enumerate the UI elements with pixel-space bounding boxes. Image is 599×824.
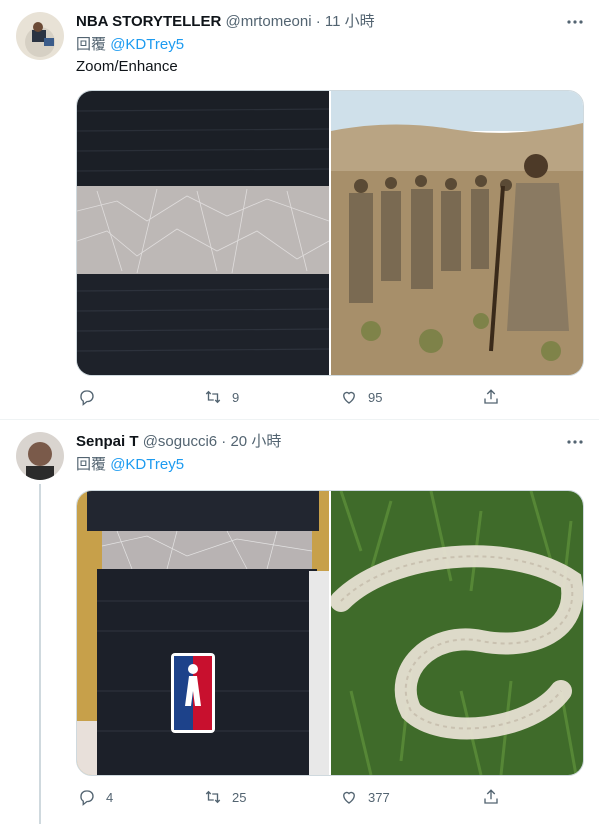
tweet-header: Senpai T @sogucci6 · 20 小時: [76, 432, 583, 452]
nba-sock-photo[interactable]: [77, 491, 329, 775]
tweet-actions: 4 25 377: [76, 787, 583, 807]
media-grid[interactable]: [76, 490, 584, 776]
retweet-icon: [205, 390, 221, 404]
like-button[interactable]: 377: [340, 787, 390, 807]
avatar[interactable]: [16, 432, 64, 480]
user-handle[interactable]: @sogucci6: [143, 433, 217, 450]
retweet-button[interactable]: 9: [204, 387, 239, 407]
reply-mention-link[interactable]: @KDTrey5: [110, 36, 184, 53]
retweet-count: 25: [232, 789, 247, 805]
reply-icon: [80, 790, 94, 806]
retweet-button[interactable]: 25: [204, 787, 246, 807]
tweet-text: Zoom/Enhance: [76, 58, 178, 75]
share-icon: [484, 389, 498, 404]
reply-prefix: 回覆: [76, 456, 107, 473]
separator-dot: ·: [221, 433, 227, 450]
like-icon: [343, 391, 355, 404]
reply-count: 4: [106, 789, 114, 805]
reply-prefix: 回覆: [76, 36, 107, 53]
tweet-header: NBA STORYTELLER @mrtomeoni · 11 小時: [76, 12, 583, 32]
user-handle[interactable]: @mrtomeoni: [225, 13, 311, 30]
share-button[interactable]: [482, 387, 500, 407]
avatar[interactable]: [16, 12, 64, 60]
reply-context: 回覆 @KDTrey5: [76, 35, 184, 55]
reply-button[interactable]: [78, 387, 106, 407]
like-button[interactable]: 95: [340, 387, 382, 407]
tweet[interactable]: NBA STORYTELLER @mrtomeoni · 11 小時 回覆 @K…: [0, 0, 599, 420]
desert-crowd-photo[interactable]: [331, 91, 583, 375]
thread-line: [39, 484, 41, 824]
reply-button[interactable]: 4: [78, 787, 113, 807]
timestamp[interactable]: 11 小時: [325, 13, 375, 30]
tweet-actions: 9 95: [76, 387, 583, 407]
sock-closeup-photo[interactable]: [77, 91, 329, 375]
separator-dot: ·: [315, 13, 321, 30]
like-count: 377: [368, 789, 390, 805]
share-icon: [484, 789, 498, 804]
display-name[interactable]: NBA STORYTELLER: [76, 13, 221, 30]
like-icon: [343, 791, 355, 804]
share-button[interactable]: [482, 787, 500, 807]
more-icon[interactable]: [565, 12, 585, 32]
reply-context: 回覆 @KDTrey5: [76, 455, 184, 475]
like-count: 95: [368, 389, 383, 405]
snake-skin-photo[interactable]: [331, 491, 583, 775]
more-icon[interactable]: [565, 432, 585, 452]
reply-icon: [80, 390, 94, 406]
display-name[interactable]: Senpai T: [76, 433, 139, 450]
timestamp[interactable]: 20 小時: [230, 433, 281, 450]
reply-mention-link[interactable]: @KDTrey5: [110, 456, 184, 473]
tweet[interactable]: Senpai T @sogucci6 · 20 小時 回覆 @KDTrey5 4…: [0, 420, 599, 824]
retweet-icon: [205, 790, 221, 804]
media-grid[interactable]: [76, 90, 584, 376]
retweet-count: 9: [232, 389, 240, 405]
